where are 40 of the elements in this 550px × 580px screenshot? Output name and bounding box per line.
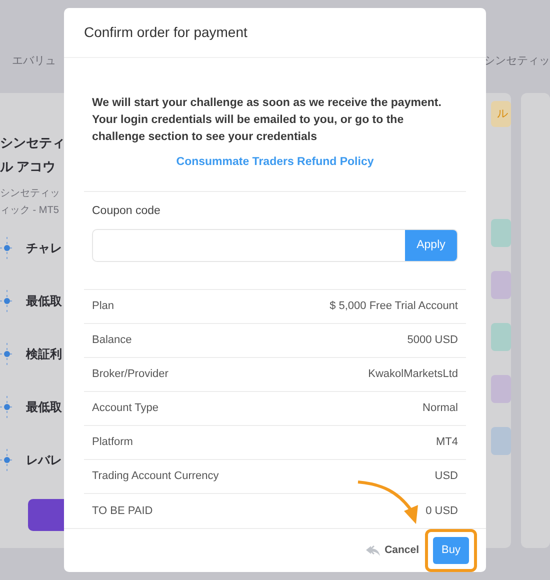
dialog-title: Confirm order for payment	[84, 22, 248, 42]
feature-text: 最低取	[26, 399, 62, 416]
timeline-dot-icon	[0, 343, 14, 365]
card-subtitle: シンセティッ	[0, 187, 60, 201]
summary-label: Trading Account Currency	[92, 469, 219, 484]
summary-value: MT4	[436, 435, 458, 450]
timeline-dot-icon	[0, 396, 14, 418]
timeline-dot-icon	[0, 237, 14, 259]
summary-value: Normal	[422, 401, 458, 416]
refund-policy-link[interactable]: Consummate Traders Refund Policy	[176, 154, 374, 171]
buy-button[interactable]: Buy	[433, 537, 469, 564]
card-subtitle: ィック - MT5	[0, 204, 59, 218]
summary-label: Account Type	[92, 401, 158, 416]
info-message: We will start your challenge as soon as we receive the payment. Your login credentials will be emailed to you, or go to the challenge section to see your credentials	[91, 96, 442, 144]
cancel-button[interactable]: Cancel	[364, 542, 419, 558]
breadcrumb-text[interactable]: エバリュ	[0, 52, 56, 69]
apply-button[interactable]: Apply	[405, 230, 457, 261]
timeline-dot-icon	[0, 290, 14, 312]
summary-label: Broker/Provider	[92, 367, 168, 382]
summary-label: TO BE PAID	[92, 504, 153, 519]
coupon-label: Coupon code	[92, 204, 162, 219]
feature-text: レバレ	[26, 452, 62, 469]
summary-value: 0 USD	[426, 504, 458, 519]
summary-value: $ 5,000 Free Trial Account	[330, 299, 458, 314]
feature-text: チャレ	[26, 240, 62, 257]
summary-value: USD	[434, 469, 458, 484]
summary-value: 5000 USD	[407, 333, 458, 348]
coupon-field[interactable]: Apply	[92, 229, 458, 262]
summary-value: KwakolMarketsLtd	[368, 367, 458, 382]
feature-text: 検証利	[26, 346, 62, 363]
timeline-dot-icon	[0, 449, 14, 471]
summary-label: Platform	[92, 435, 133, 450]
breadcrumb-text[interactable]: シンセティッ	[484, 52, 550, 69]
summary-label: Balance	[92, 333, 132, 348]
card-title: ル アコウ	[0, 158, 56, 176]
feature-text: 最低取	[26, 293, 62, 310]
reply-arrow-icon	[364, 544, 382, 556]
card-title: シンセティ	[0, 134, 65, 152]
summary-label: Plan	[92, 299, 114, 314]
badge: ル	[491, 101, 512, 127]
